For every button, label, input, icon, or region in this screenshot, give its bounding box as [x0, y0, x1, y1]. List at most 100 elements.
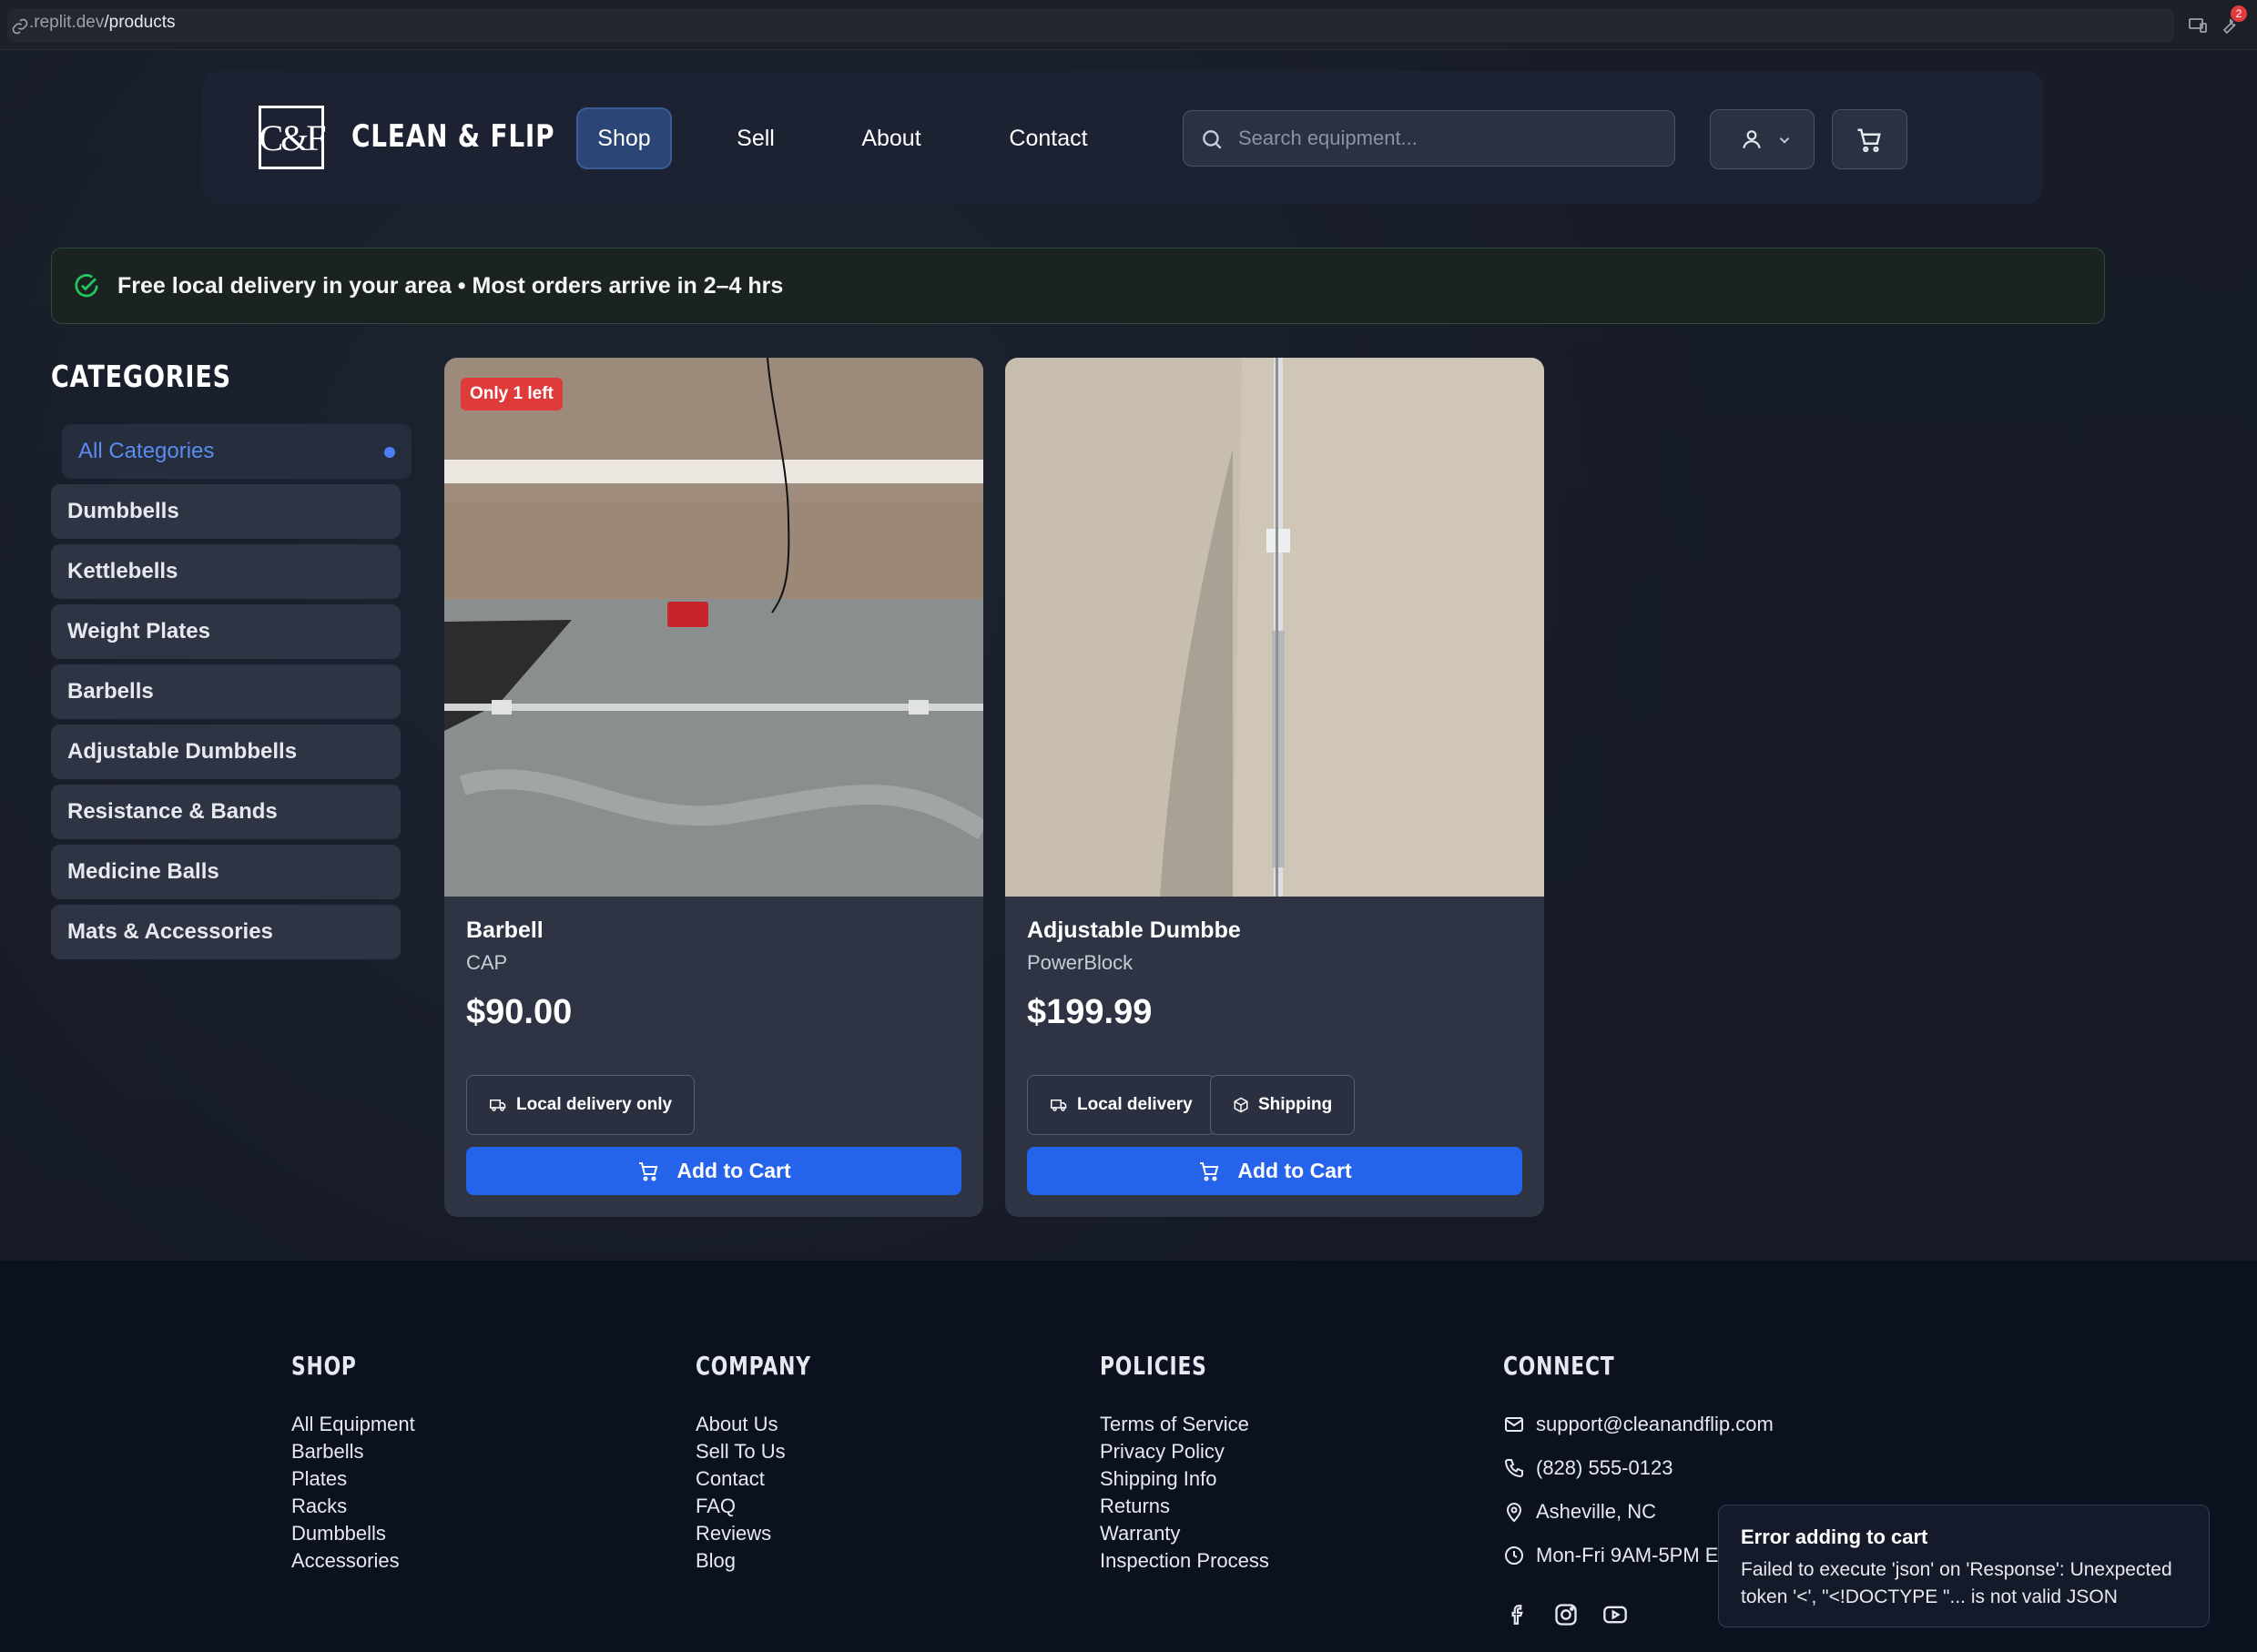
chip-label: Local delivery [1077, 1095, 1193, 1114]
url-text[interactable]: .replit.dev/products [29, 13, 176, 33]
search-box [1183, 110, 1675, 167]
nav-shop[interactable]: Shop [576, 107, 672, 169]
footer-link[interactable]: Dumbbells [291, 1522, 386, 1546]
facebook-icon[interactable] [1506, 1602, 1530, 1627]
search-icon [1203, 130, 1222, 149]
youtube-icon[interactable] [1602, 1602, 1628, 1627]
cart-icon [1200, 1161, 1219, 1181]
product-price: $199.99 [1027, 993, 1153, 1031]
support-email[interactable]: support@cleanandflip.com [1536, 1413, 1774, 1436]
product-brand: PowerBlock [1027, 951, 1134, 974]
search-input[interactable] [1238, 111, 1666, 166]
truck-icon [1051, 1100, 1067, 1111]
local-delivery-chip: Local delivery only [466, 1075, 696, 1135]
add-to-cart-button[interactable]: Add to Cart [466, 1147, 961, 1195]
footer-link[interactable]: Contact [696, 1467, 765, 1491]
add-to-cart-label: Add to Cart [676, 1159, 791, 1182]
add-to-cart-button[interactable]: Add to Cart [1027, 1147, 1522, 1195]
barbell-photo [444, 358, 983, 897]
devices-icon[interactable] [2187, 15, 2209, 36]
instagram-icon[interactable] [1553, 1602, 1579, 1627]
product-price: $90.00 [466, 993, 573, 1031]
location: Asheville, NC [1536, 1500, 1657, 1523]
nav-about[interactable]: About [849, 107, 933, 169]
footer-link[interactable]: Reviews [696, 1522, 771, 1546]
footer-link[interactable]: Accessories [291, 1549, 400, 1573]
category-all[interactable]: All Categories [62, 424, 412, 479]
link-icon [12, 18, 28, 35]
url-path: /products [104, 13, 176, 32]
chip-label: Shipping [1258, 1095, 1333, 1114]
toast-title: Error adding to cart [1741, 1525, 1928, 1548]
product-card-adjustable-dumbbell[interactable]: Adjustable Dumbbe PowerBlock $199.99 Loc… [1005, 358, 1544, 1217]
footer-link[interactable]: Inspection Process [1100, 1549, 1269, 1573]
footer-link[interactable]: Barbells [291, 1440, 363, 1464]
category-weight-plates[interactable]: Weight Plates [51, 604, 401, 659]
mail-icon [1505, 1417, 1523, 1432]
check-circle-icon [75, 274, 98, 298]
footer-link[interactable]: Shipping Info [1100, 1467, 1216, 1491]
delivery-banner-text: Free local delivery in your area • Most … [117, 273, 784, 299]
map-pin-icon [1506, 1503, 1522, 1523]
footer-link[interactable]: Terms of Service [1100, 1413, 1249, 1436]
notification-badge: 2 [2231, 5, 2247, 22]
footer-link[interactable]: FAQ [696, 1495, 736, 1518]
footer-link[interactable]: All Equipment [291, 1413, 415, 1436]
add-to-cart-label: Add to Cart [1237, 1159, 1352, 1182]
logo-mark: C&F [259, 117, 326, 158]
stock-badge: Only 1 left [461, 378, 563, 410]
cart-icon [639, 1161, 658, 1181]
footer-link[interactable]: Racks [291, 1495, 347, 1518]
footer-link[interactable]: Sell To Us [696, 1440, 786, 1464]
product-name[interactable]: Adjustable Dumbbe [1027, 917, 1241, 944]
category-adjustable-dumbbells[interactable]: Adjustable Dumbbells [51, 725, 401, 779]
category-mats-accessories[interactable]: Mats & Accessories [51, 905, 401, 959]
footer-link[interactable]: Returns [1100, 1495, 1170, 1518]
footer-link[interactable]: Warranty [1100, 1522, 1180, 1546]
footer-policies-heading: POLICIES [1100, 1351, 1207, 1381]
nav-contact[interactable]: Contact [1001, 107, 1096, 169]
category-dumbbells[interactable]: Dumbbells [51, 484, 401, 539]
categories-heading: CATEGORIES [51, 359, 231, 394]
footer-connect-heading: CONNECT [1503, 1351, 1615, 1381]
product-card-barbell[interactable]: Only 1 left Barbell CAP $90.00 Local del… [444, 358, 983, 1217]
footer-link[interactable]: Plates [291, 1467, 347, 1491]
product-image[interactable] [1005, 358, 1544, 897]
brand-name[interactable]: CLEAN & FLIP [351, 118, 554, 155]
local-delivery-chip: Local delivery [1027, 1075, 1215, 1135]
footer-link[interactable]: Blog [696, 1549, 736, 1573]
nav-sell[interactable]: Sell [724, 107, 788, 169]
category-resistance-bands[interactable]: Resistance & Bands [51, 785, 401, 839]
account-menu-button[interactable] [1710, 109, 1815, 169]
browser-url-bar: .replit.dev/products 2 [0, 0, 2257, 50]
business-hours: Mon-Fri 9AM-5PM EST [1536, 1544, 1744, 1566]
truck-icon [490, 1100, 506, 1111]
cart-button[interactable] [1832, 109, 1907, 169]
footer-shop-heading: SHOP [291, 1351, 357, 1381]
footer-link[interactable]: Privacy Policy [1100, 1440, 1225, 1464]
shipping-chip: Shipping [1210, 1075, 1356, 1135]
product-name[interactable]: Barbell [466, 917, 544, 944]
clock-icon [1505, 1546, 1523, 1565]
category-kettlebells[interactable]: Kettlebells [51, 544, 401, 599]
footer-company-heading: COMPANY [696, 1351, 811, 1381]
chevron-down-icon [1779, 137, 1790, 144]
address-field[interactable] [7, 8, 2174, 43]
user-icon [1743, 130, 1761, 149]
package-icon [1234, 1097, 1248, 1113]
active-dot-icon [384, 447, 395, 458]
cart-icon [1857, 128, 1881, 153]
footer-link[interactable]: About Us [696, 1413, 778, 1436]
category-barbells[interactable]: Barbells [51, 664, 401, 719]
category-label: All Categories [78, 439, 215, 463]
logo[interactable]: C&F [259, 106, 327, 169]
phone-icon [1504, 1459, 1523, 1478]
product-brand: CAP [466, 951, 508, 974]
chip-label: Local delivery only [516, 1095, 673, 1114]
url-domain: .replit.dev [29, 13, 105, 32]
phone-number[interactable]: (828) 555-0123 [1536, 1456, 1672, 1480]
product-image[interactable]: Only 1 left [444, 358, 983, 897]
category-medicine-balls[interactable]: Medicine Balls [51, 845, 401, 899]
bar-photo [1005, 358, 1544, 897]
toast-message: Failed to execute 'json' on 'Response': … [1741, 1559, 2172, 1607]
